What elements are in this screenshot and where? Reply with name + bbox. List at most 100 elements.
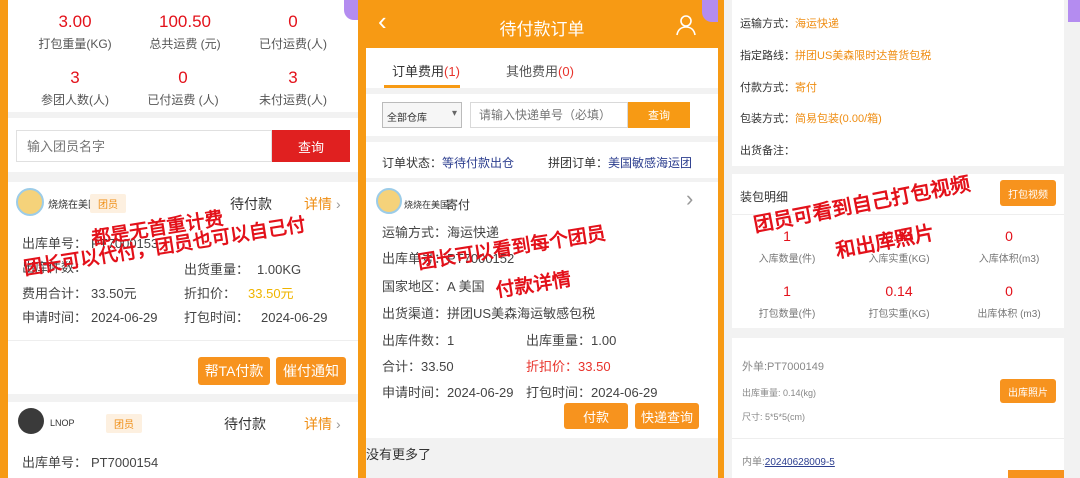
details-link[interactable]: 详情 › [304, 194, 341, 214]
divider [732, 438, 1064, 439]
active-tab-indicator [384, 85, 460, 88]
pay-button[interactable]: 付款 [564, 403, 628, 429]
shipping-label: 运输方式： [740, 18, 795, 30]
metric-label: 打包实重(KG) [868, 309, 930, 320]
packing-detail-title: 装包明细 [740, 190, 789, 204]
discount-label: 折扣价： [184, 286, 237, 301]
chevron-down-icon: ▾ [451, 108, 457, 119]
fee-label: 费用合计： [22, 286, 88, 301]
status-label: 订单状态： [382, 156, 443, 170]
out-photo-button[interactable]: 出库照片 [1000, 379, 1056, 403]
discount-row: 折扣价： 33.50元 [184, 283, 294, 302]
apply-label: 申请时间： [382, 385, 448, 400]
pack-value: 2024-06-29 [591, 385, 658, 400]
tracking-number-input[interactable] [470, 102, 628, 128]
packing-video-button[interactable]: 打包视频 [1000, 180, 1056, 206]
remark-label: 出货备注： [740, 145, 795, 157]
fee-row: 费用合计： 33.50元 [22, 283, 137, 302]
total-row: 合计：33.50 [382, 356, 454, 375]
metric-label: 入库数量(件) [758, 254, 816, 265]
filter-bar: 全部仓库 ▾ 查询 [366, 94, 718, 136]
search-bar: 查询 [8, 118, 358, 172]
order-label: 出库单号： [22, 236, 88, 251]
avatar [376, 188, 402, 214]
page-title: 待付款订单 [499, 20, 585, 39]
member-card-2: LNOP 团员 待付款 详情 › 出库单号： PT7000154 [8, 402, 358, 478]
packing-row: 包装方式：简易包装(0.00/箱) [740, 110, 882, 126]
weight-value: 1.00 [591, 333, 617, 348]
partial-button[interactable] [1008, 470, 1064, 478]
remind-pay-button[interactable]: 催付通知 [276, 357, 346, 385]
member-tag: 团员 [90, 194, 126, 213]
details-label: 详情 [304, 196, 332, 212]
pay-for-member-button[interactable]: 帮TA付款 [198, 357, 270, 385]
metric-out-volume: 0 出库体积 (m3) [954, 283, 1064, 320]
apply-row: 申请时间：2024-06-29 [382, 382, 514, 401]
details-label: 详情 [304, 416, 332, 432]
pack-value: 2024-06-29 [261, 310, 328, 325]
warehouse-select[interactable]: 全部仓库 ▾ [382, 102, 462, 128]
apply-value: 2024-06-29 [447, 385, 514, 400]
metric-value: 0.14 [885, 283, 913, 299]
metric-in-qty: 1 入库数量(件) [732, 228, 842, 265]
shipping-row: 运输方式：海运快递 [740, 15, 839, 31]
metric-in-volume: 0 入库体积(m3) [954, 228, 1064, 265]
route-value: 拼团US美森限时达普货包税 [795, 50, 932, 62]
discount-label: 折扣价： [526, 359, 579, 374]
stat-unpaid-count: 3 未付运费(人) [226, 68, 358, 108]
stats-card: 3.00 打包重量(KG) 100.50 总共运费 (元) 0 已付运费(人) … [8, 0, 358, 112]
country-row: 国家地区：A 美国 [382, 276, 485, 295]
discount-row: 折扣价：33.50 [526, 356, 611, 375]
pending-orders-panel: ‹ 待付款订单 订单费用(1) 其他费用(0) 全部仓库 ▾ 查询 订单状态：等待… [366, 0, 718, 478]
tab-other-fee[interactable]: 其他费用(0) [506, 61, 574, 80]
floating-tab-icon[interactable] [702, 0, 718, 22]
payment-status: 待付款 [224, 416, 266, 432]
warehouse-select-value: 全部仓库 [387, 113, 427, 124]
shipping-info-card: 运输方式：海运快递 指定路线：拼团US美森限时达普货包税 付款方式：寄付 包装方… [732, 0, 1080, 166]
metric-pack-qty: 1 打包数量(件) [732, 283, 842, 320]
tab-count: (1) [444, 64, 460, 79]
fee-value: 33.50元 [91, 286, 137, 301]
status-value: 等待付款出仓 [442, 156, 515, 170]
pieces-label: 出库件数： [382, 333, 448, 348]
shipping-value: 海运快递 [447, 225, 500, 240]
pieces-value: 1 [447, 333, 455, 348]
app-header: ‹ 待付款订单 [366, 0, 718, 48]
tab-order-fee[interactable]: 订单费用(1) [392, 61, 460, 80]
user-icon[interactable] [676, 14, 696, 36]
country-label: 国家地区： [382, 279, 448, 294]
order-status-bar: 订单状态：等待付款出仓 拼团订单：美国敏感海运团 [366, 142, 718, 178]
out-weight: 出库重量: 0.14(kg) [742, 388, 817, 398]
details-link[interactable]: 详情 › [304, 414, 341, 434]
search-button[interactable]: 查询 [272, 130, 350, 162]
outer-order-no: 外单:PT7000149 [742, 361, 824, 373]
shipping-label: 运输方式： [382, 225, 448, 240]
total-value: 33.50 [421, 359, 454, 374]
discount-value: 33.50元 [248, 286, 294, 301]
chevron-right-icon[interactable]: › [686, 186, 693, 212]
shipping-value: 海运快递 [795, 18, 839, 30]
inner-order-link[interactable]: 20240628009-5 [765, 457, 835, 468]
pack-row: 打包时间： 2024-06-29 [184, 307, 328, 326]
express-query-button[interactable]: 快递查询 [635, 403, 699, 429]
pack-label: 打包时间： [184, 310, 250, 325]
group-summary-panel: 3.00 打包重量(KG) 100.50 总共运费 (元) 0 已付运费(人) … [8, 0, 358, 478]
shipping-row: 运输方式：海运快递 [382, 222, 499, 241]
route-label: 指定路线： [740, 50, 795, 62]
member-status: 寄付 [446, 198, 471, 212]
tab-label: 其他费用 [506, 64, 559, 79]
floating-tab-icon[interactable] [344, 0, 358, 20]
floating-tab-icon[interactable] [1068, 0, 1080, 22]
discount-value: 33.50 [578, 359, 611, 374]
weight-row: 出货重量： 1.00KG [184, 259, 301, 278]
group-order-row: 拼团订单：美国敏感海运团 [548, 154, 692, 171]
payment-row: 付款方式：寄付 [740, 79, 817, 95]
group-label: 拼团订单： [548, 156, 609, 170]
query-button[interactable]: 查询 [628, 102, 690, 128]
no-more-text: 没有更多了 [366, 447, 432, 462]
packing-value: 简易包装(0.00/箱) [795, 113, 882, 125]
order-status-row: 订单状态：等待付款出仓 [382, 154, 514, 171]
order-row: 出库单号： PT7000154 [22, 452, 158, 471]
metric-pack-weight: 0.14 打包实重(KG) [844, 283, 954, 320]
member-name-input[interactable] [16, 130, 272, 162]
